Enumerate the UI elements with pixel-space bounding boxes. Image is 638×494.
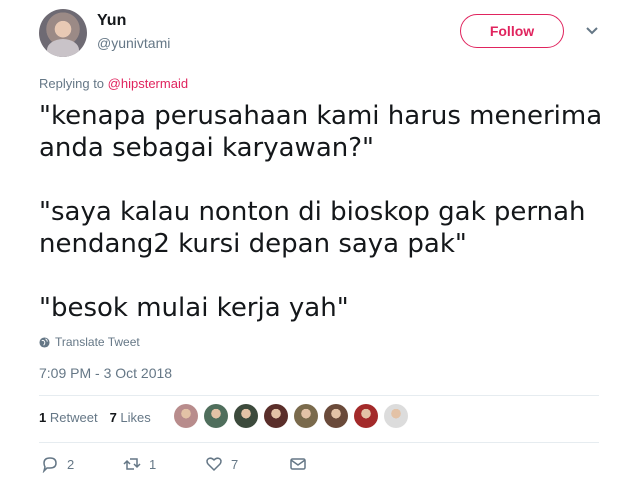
likes-count: 7 [109, 410, 117, 425]
retweet-icon [123, 458, 141, 470]
liker-avatar[interactable] [204, 404, 228, 428]
likes-stat[interactable]: 7 Likes [110, 410, 151, 425]
reply-icon [42, 457, 57, 473]
retweets-count: 1 [39, 410, 47, 425]
reply-count: 2 [67, 456, 75, 472]
liker-avatar[interactable] [264, 404, 288, 428]
liker-avatar[interactable] [294, 404, 318, 428]
retweet-count: 1 [149, 456, 157, 472]
tweet-actions: 2 1 7 [41, 455, 307, 473]
replying-prefix: Replying to [39, 76, 105, 91]
tweet-timestamp[interactable]: 7:09 PM - 3 Oct 2018 [39, 365, 172, 381]
divider [39, 442, 599, 443]
divider [39, 395, 599, 396]
avatar[interactable] [39, 9, 87, 57]
liker-avatar[interactable] [384, 404, 408, 428]
follow-button[interactable]: Follow [460, 14, 564, 48]
mention-link[interactable]: @hipstermaid [108, 76, 188, 91]
user-name[interactable]: Yun [97, 12, 126, 30]
direct-message-button[interactable] [289, 455, 307, 473]
translate-label[interactable]: Translate Tweet [55, 335, 140, 349]
like-button[interactable]: 7 [205, 455, 289, 473]
like-count: 7 [231, 456, 239, 472]
globe-icon [39, 336, 50, 348]
chevron-down-icon[interactable] [585, 24, 599, 38]
reply-button[interactable]: 2 [41, 455, 123, 473]
tweet-text: "kenapa perusahaan kami harus menerima a… [39, 101, 603, 323]
liker-avatar[interactable] [174, 404, 198, 428]
retweets-stat[interactable]: 1 Retweet [39, 410, 98, 425]
likers-avatars [174, 404, 408, 428]
retweets-label: Retweet [49, 410, 98, 425]
replying-to: Replying to @hipstermaid [39, 76, 188, 91]
heart-icon [206, 457, 222, 472]
liker-avatar[interactable] [234, 404, 258, 428]
likes-label: Likes [120, 410, 151, 425]
translate-tweet-link[interactable]: Translate Tweet [39, 335, 140, 349]
retweet-button[interactable]: 1 [123, 455, 205, 473]
user-handle[interactable]: @yunivtami [97, 35, 170, 51]
liker-avatar[interactable] [324, 404, 348, 428]
message-icon [290, 458, 306, 470]
liker-avatar[interactable] [354, 404, 378, 428]
tweet-stats: 1 Retweet 7 Likes [39, 410, 151, 425]
